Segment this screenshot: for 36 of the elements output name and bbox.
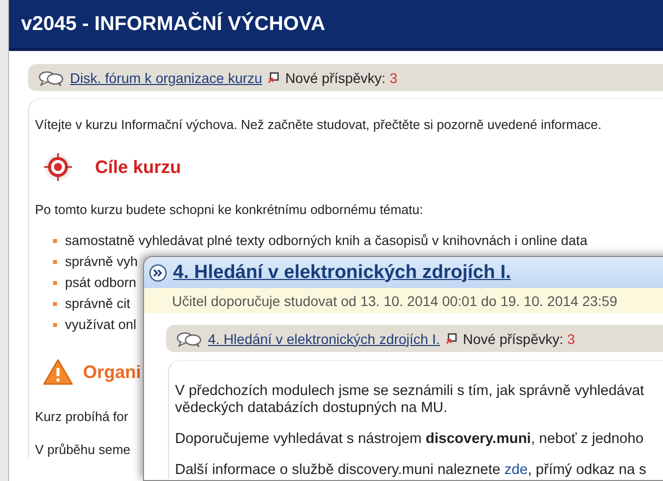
section-heading: Cíle kurzu bbox=[95, 156, 182, 178]
intro-text: Vítejte v kurzu Informační výchova. Než začněte studovat, přečtěte si pozorně uvedené informace. bbox=[35, 116, 602, 134]
new-posts-icon bbox=[446, 333, 457, 344]
inline-link[interactable]: zde bbox=[504, 462, 528, 478]
bullet-icon bbox=[53, 260, 57, 264]
course-title: v2045 - INFORMAČNÍ VÝCHOVA bbox=[21, 12, 326, 36]
expand-icon[interactable] bbox=[149, 264, 167, 282]
bullet-icon bbox=[53, 281, 57, 285]
list-item-text: správně vyh bbox=[65, 253, 138, 271]
paragraph-text: V předchozích modulech jsme se seznámili s tím, jak správně vyhledávat vědeckých databázích dostupných na MU. bbox=[175, 383, 646, 417]
new-posts-icon bbox=[268, 72, 280, 83]
new-posts-count: 3 bbox=[390, 70, 398, 86]
schedule-note: Učitel doporučuje studovat od 13. 10. 2014 00:01 do 19. 10. 2014 23:59 bbox=[144, 288, 663, 313]
module-title[interactable]: 4. Hledání v elektronických zdrojích I. bbox=[173, 262, 511, 284]
discussion-icon bbox=[38, 70, 64, 86]
warning-icon bbox=[43, 358, 73, 386]
forum-link[interactable]: Disk. fórum k organizace kurzu bbox=[70, 70, 262, 86]
bullet-icon bbox=[53, 239, 57, 243]
forum-link[interactable]: 4. Hledání v elektronických zdrojích I. bbox=[208, 330, 440, 346]
new-posts-label: Nové příspěvky: bbox=[285, 70, 386, 86]
paragraph-text: Další informace o službě discovery.muni naleznete zde, přímý odkaz na s bbox=[175, 462, 648, 479]
paragraph-text: Doporučujeme vyhledávat s nástrojem discovery.muni, neboť z jednoho bbox=[175, 431, 645, 448]
list-item-text: psát odborn bbox=[65, 274, 136, 292]
new-posts-label: Nové příspěvky: bbox=[462, 330, 564, 346]
section-heading: Organi bbox=[83, 362, 142, 382]
paragraph-text: V průběhu seme bbox=[35, 441, 130, 459]
new-posts-count: 3 bbox=[567, 330, 576, 346]
bullet-icon bbox=[53, 302, 57, 306]
bullet-icon bbox=[53, 323, 57, 327]
list-item-text: využívat onl bbox=[65, 316, 136, 334]
target-icon bbox=[43, 152, 73, 182]
list-item-text: správně cit bbox=[65, 295, 130, 313]
list-item-text: samostatně vyhledávat plné texty odborných knih a časopisů v knihovnách i online data bbox=[65, 232, 588, 250]
paragraph-text: Kurz probíhá for bbox=[35, 408, 128, 426]
paragraph-text: Po tomto kurzu budete schopni ke konkrétnímu odbornému tématu: bbox=[35, 201, 424, 219]
discussion-icon bbox=[176, 330, 202, 346]
